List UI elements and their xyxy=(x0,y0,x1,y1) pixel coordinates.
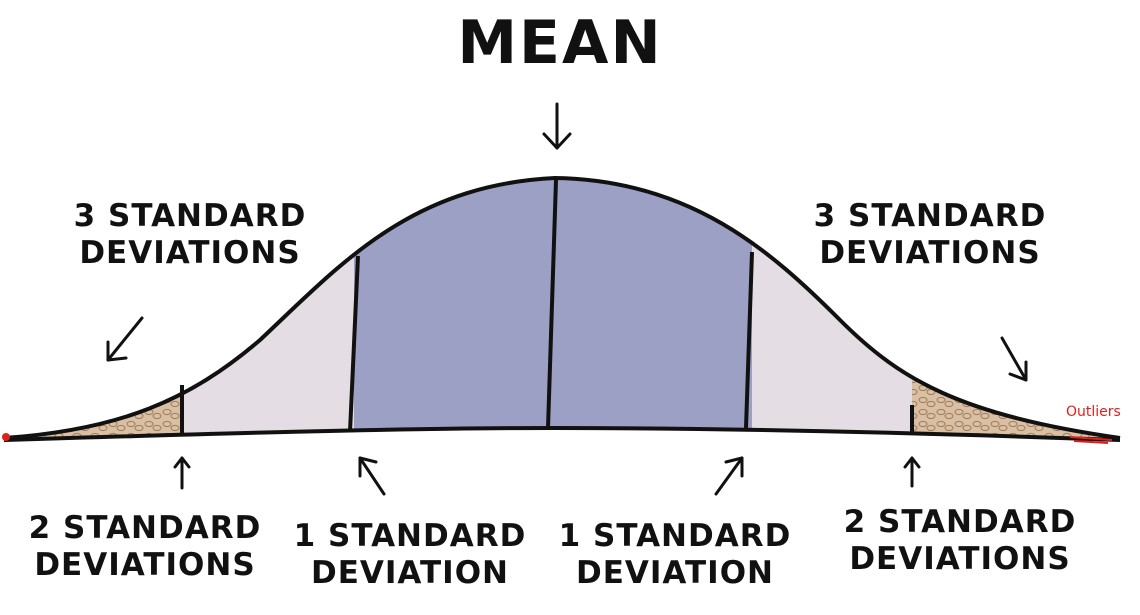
label-2sd-right-line1: 2 STANDARD xyxy=(843,504,1077,540)
outliers-label: Outliers xyxy=(1066,404,1121,420)
label-3sd-right-line2: DEVIATIONS xyxy=(819,234,1041,271)
label-1sd-left-line2: DEVIATION xyxy=(311,554,509,591)
label-1sd-left-line1: 1 STANDARD xyxy=(293,518,527,554)
label-1sd-right-line1: 1 STANDARD xyxy=(558,518,792,554)
label-2sd-left-line1: 2 STANDARD xyxy=(28,510,262,546)
arrow-2sd-left-icon xyxy=(173,456,191,490)
middle-band-left xyxy=(182,178,354,440)
mean-title: MEAN xyxy=(457,8,663,78)
mean-arrow-icon xyxy=(542,102,572,150)
arrow-1sd-left-icon xyxy=(358,456,386,496)
label-2sd-right: 2 STANDARD DEVIATIONS xyxy=(830,504,1090,577)
label-1sd-left: 1 STANDARD DEVIATION xyxy=(290,518,530,591)
arrow-3sd-left-icon xyxy=(106,316,144,362)
label-1sd-right: 1 STANDARD DEVIATION xyxy=(555,518,795,591)
normal-distribution-diagram: MEAN 3 STANDARD DEVIATIONS 3 STANDARD DE… xyxy=(0,0,1140,615)
label-2sd-right-line2: DEVIATIONS xyxy=(849,540,1071,577)
label-1sd-right-line2: DEVIATION xyxy=(576,554,774,591)
label-2sd-left: 2 STANDARD DEVIATIONS xyxy=(15,510,275,583)
label-3sd-left: 3 STANDARD DEVIATIONS xyxy=(60,198,320,271)
label-2sd-left-line2: DEVIATIONS xyxy=(34,546,256,583)
label-3sd-left-line2: DEVIATIONS xyxy=(79,234,301,271)
label-3sd-left-line1: 3 STANDARD xyxy=(73,198,307,234)
arrow-1sd-right-icon xyxy=(714,456,744,496)
arrow-2sd-right-icon xyxy=(903,456,921,488)
bell-fill xyxy=(4,178,1120,440)
label-3sd-right: 3 STANDARD DEVIATIONS xyxy=(800,198,1060,271)
label-3sd-right-line1: 3 STANDARD xyxy=(813,198,1047,234)
arrow-3sd-right-icon xyxy=(1000,336,1028,382)
middle-band-right xyxy=(752,178,912,440)
